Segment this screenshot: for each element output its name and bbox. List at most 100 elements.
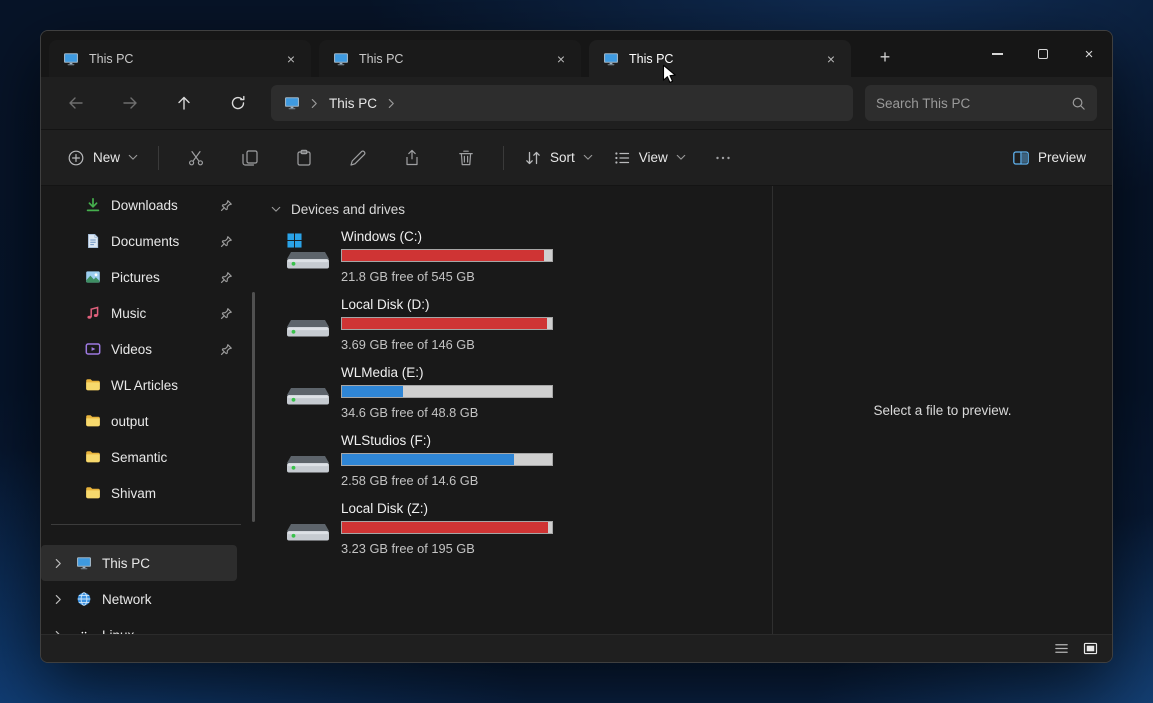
windows-logo-icon [287, 233, 302, 248]
drive-name: Local Disk (Z:) [341, 501, 429, 516]
new-tab-button[interactable]: + [869, 41, 901, 73]
sidebar-item-linux[interactable]: Linux [41, 617, 257, 634]
downloads-icon [85, 197, 101, 213]
folder-icon [85, 485, 101, 501]
drive-item-f[interactable]: WLStudios (F:) 2.58 GB free of 14.6 GB [269, 428, 772, 496]
minimize-button[interactable] [974, 31, 1020, 77]
hard-drive-icon [285, 373, 331, 409]
chevron-right-icon[interactable] [388, 98, 395, 109]
rename-button[interactable] [338, 140, 378, 176]
drive-item-c[interactable]: Windows (C:) 21.8 GB free of 545 GB [269, 224, 772, 292]
chevron-down-icon[interactable] [271, 206, 281, 213]
sidebar-scrollbar[interactable] [252, 292, 255, 522]
drive-usage-bar [341, 249, 553, 262]
sidebar-item-music[interactable]: Music [41, 295, 257, 331]
up-button[interactable] [161, 84, 207, 122]
sort-button[interactable]: Sort [514, 140, 603, 176]
drive-usage-bar [341, 453, 553, 466]
chevron-right-icon[interactable] [55, 594, 62, 605]
this-pc-icon [603, 51, 619, 67]
maximize-icon [1038, 49, 1048, 59]
drive-item-e[interactable]: WLMedia (E:) 34.6 GB free of 48.8 GB [269, 360, 772, 428]
drive-info: Local Disk (Z:) 3.23 GB free of 195 GB [341, 501, 553, 556]
forward-button[interactable] [107, 84, 153, 122]
navigation-bar: This PC [41, 77, 1112, 129]
back-button[interactable] [53, 84, 99, 122]
drive-info: Windows (C:) 21.8 GB free of 545 GB [341, 229, 553, 284]
paste-icon [295, 149, 313, 167]
drive-body-icon [285, 447, 331, 477]
view-button[interactable]: View [603, 140, 696, 176]
sidebar-item-pictures[interactable]: Pictures [41, 259, 257, 295]
refresh-button[interactable] [215, 84, 261, 122]
tab-this-pc-2[interactable]: This PC × [319, 40, 581, 77]
sidebar-item-network[interactable]: Network [41, 581, 257, 617]
sort-icon [524, 149, 542, 167]
new-button[interactable]: New [57, 140, 148, 176]
preview-placeholder-text: Select a file to preview. [873, 402, 1012, 418]
devices-and-drives-section[interactable]: Devices and drives [269, 196, 772, 222]
pin-icon [220, 271, 233, 284]
chevron-right-icon[interactable] [55, 558, 62, 569]
sidebar-item-label: Documents [111, 233, 180, 249]
view-button-label: View [638, 150, 668, 165]
sidebar-item-shivam[interactable]: Shivam [41, 475, 257, 511]
tab-this-pc-1[interactable]: This PC × [49, 40, 311, 77]
copy-button[interactable] [230, 140, 270, 176]
sidebar-item-videos[interactable]: Videos [41, 331, 257, 367]
drive-usage-bar [341, 385, 553, 398]
chevron-right-icon[interactable] [55, 630, 62, 635]
sidebar-item-output[interactable]: output [41, 403, 257, 439]
tab-label: This PC [629, 51, 674, 66]
sidebar-divider [51, 524, 241, 525]
preview-pane: Select a file to preview. [772, 186, 1112, 634]
tab-this-pc-3-active[interactable]: This PC × [589, 40, 851, 77]
tab-close-icon[interactable]: × [549, 47, 573, 71]
toolbar-divider [503, 145, 505, 170]
drive-info: Local Disk (D:) 3.69 GB free of 146 GB [341, 297, 553, 352]
status-bar [41, 634, 1112, 662]
drive-item-d[interactable]: Local Disk (D:) 3.69 GB free of 146 GB [269, 292, 772, 360]
drive-free-space: 34.6 GB free of 48.8 GB [341, 405, 479, 420]
window-controls: × [974, 31, 1112, 77]
tab-close-icon[interactable]: × [819, 47, 843, 71]
sidebar-item-wl-articles[interactable]: WL Articles [41, 367, 257, 403]
search-box [865, 85, 1097, 121]
chevron-right-icon[interactable] [311, 98, 318, 109]
details-view-icon[interactable] [1054, 641, 1069, 656]
delete-button[interactable] [446, 140, 486, 176]
file-list-area: Devices and drives Windows (C:) 21.8 GB … [257, 186, 772, 634]
tab-close-icon[interactable]: × [279, 47, 303, 71]
close-button[interactable]: × [1066, 31, 1112, 77]
sidebar-item-downloads[interactable]: Downloads [41, 187, 257, 223]
preview-toggle-button[interactable]: Preview [1002, 140, 1096, 176]
breadcrumb[interactable]: This PC [329, 96, 377, 111]
address-bar[interactable]: This PC [271, 85, 853, 121]
hard-drive-icon [285, 441, 331, 477]
drive-usage-fill [342, 386, 403, 397]
sidebar-item-this-pc[interactable]: This PC [41, 545, 237, 581]
maximize-button[interactable] [1020, 31, 1066, 77]
drive-free-space: 2.58 GB free of 14.6 GB [341, 473, 479, 488]
view-icon [613, 149, 631, 167]
music-icon [85, 305, 101, 321]
paste-button[interactable] [284, 140, 324, 176]
this-pc-icon [63, 51, 79, 67]
folder-icon [85, 449, 101, 465]
share-button[interactable] [392, 140, 432, 176]
command-bar: New Sort View Preview [41, 129, 1112, 185]
drive-body-icon [285, 379, 331, 409]
search-input[interactable] [876, 95, 1071, 111]
drive-name: WLMedia (E:) [341, 365, 424, 380]
sidebar-item-label: output [111, 413, 149, 429]
preview-button-label: Preview [1037, 150, 1086, 165]
search-icon[interactable] [1071, 96, 1086, 111]
cut-button[interactable] [176, 140, 216, 176]
drive-item-z[interactable]: Local Disk (Z:) 3.23 GB free of 195 GB [269, 496, 772, 564]
share-icon [403, 149, 421, 167]
sidebar-item-semantic[interactable]: Semantic [41, 439, 257, 475]
large-thumbnails-view-icon[interactable] [1083, 641, 1098, 656]
sidebar-item-documents[interactable]: Documents [41, 223, 257, 259]
more-options-button[interactable] [703, 140, 743, 176]
sidebar-item-label: Semantic [111, 449, 168, 465]
